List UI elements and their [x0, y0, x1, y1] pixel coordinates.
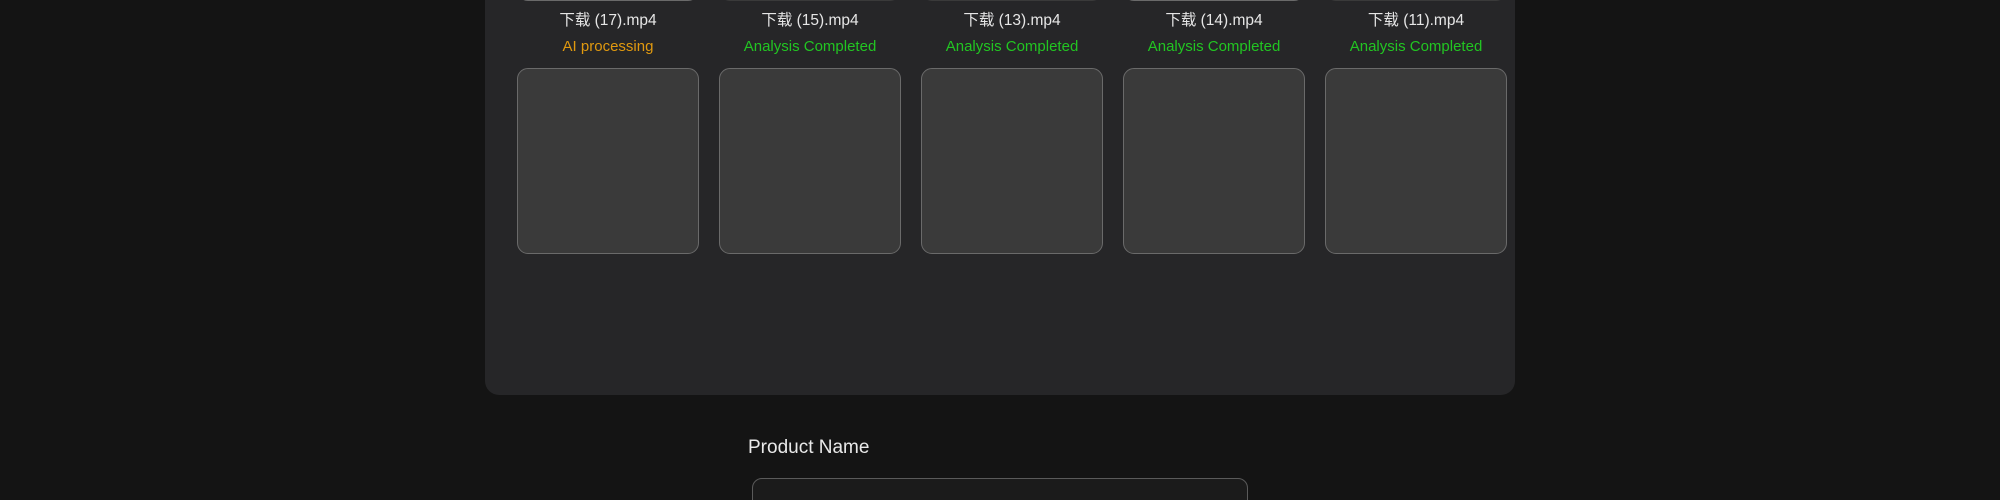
video-thumbnail[interactable] [517, 67, 699, 254]
next-row-partial [509, 67, 1507, 254]
video-card[interactable]: 下载 (14).mp4 Analysis Completed [1123, 0, 1305, 56]
status-badge: AI processing [562, 37, 654, 55]
video-card[interactable]: 0:27 33 clips 下载 (11).mp4 Analysis Compl… [1325, 0, 1507, 56]
product-name-input[interactable] [752, 478, 1248, 500]
video-file-name: 下载 (14).mp4 [1165, 12, 1263, 29]
video-card[interactable]: 0:25 10 clips 下载 (13).mp4 Analysis Compl… [921, 0, 1103, 56]
video-file-name: 下载 (11).mp4 [1367, 12, 1465, 29]
video-card[interactable]: 0:25 4 clips 下载 (15).mp4 Analysis Comple… [719, 0, 901, 56]
status-badge: Analysis Completed [1147, 37, 1281, 55]
video-library-panel: Analysis Completed Analysis Completed An… [485, 0, 1515, 395]
video-thumbnail[interactable] [517, 0, 699, 1]
video-thumbnail[interactable] [921, 67, 1103, 254]
video-thumbnail[interactable]: 0:25 10 clips [921, 0, 1103, 1]
video-grid: 下载 (17).mp4 AI processing 0:25 4 clips 下… [509, 0, 1507, 56]
video-card[interactable]: 下载 (17).mp4 AI processing [517, 0, 699, 56]
product-name-label: Product Name [748, 437, 870, 458]
video-thumbnail[interactable] [1123, 67, 1305, 254]
video-file-name: 下载 (13).mp4 [963, 12, 1061, 29]
video-thumbnail[interactable] [1325, 67, 1507, 254]
video-file-name: 下载 (15).mp4 [761, 12, 859, 29]
product-form-section: Product Name [0, 395, 2000, 500]
status-badge: Analysis Completed [743, 37, 877, 55]
video-library-scroll-area[interactable]: Analysis Completed Analysis Completed An… [485, 0, 1515, 395]
status-badge: Analysis Completed [945, 37, 1079, 55]
video-file-name: 下载 (17).mp4 [559, 12, 657, 29]
status-badge: Analysis Completed [1349, 37, 1483, 55]
library-scrollbar[interactable] [1493, 0, 1506, 145]
video-thumbnail[interactable] [719, 67, 901, 254]
video-thumbnail[interactable] [1123, 0, 1305, 1]
video-thumbnail[interactable]: 0:27 33 clips [1325, 0, 1507, 1]
video-thumbnail[interactable]: 0:25 4 clips [719, 0, 901, 1]
